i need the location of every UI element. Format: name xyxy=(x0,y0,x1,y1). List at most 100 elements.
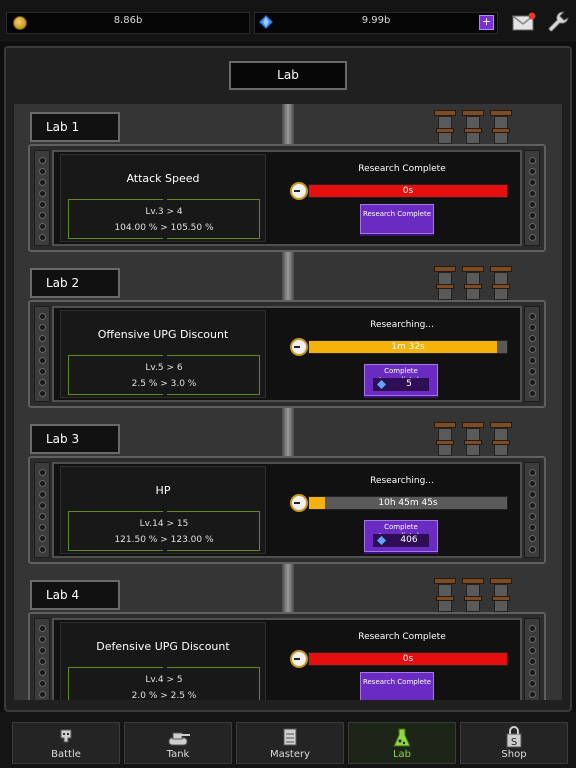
rivet xyxy=(39,669,46,676)
divider-notch xyxy=(163,509,167,514)
settings-wrench-icon[interactable] xyxy=(546,10,570,34)
upgrade-info-box: Lv.14 > 15 121.50 % > 123.00 % xyxy=(68,509,260,553)
mail-icon[interactable] xyxy=(512,12,536,32)
divider-notch xyxy=(163,392,167,397)
rivet xyxy=(529,168,536,175)
rivet xyxy=(39,647,46,654)
rivet xyxy=(39,546,46,553)
rivet xyxy=(39,513,46,520)
rivet xyxy=(39,212,46,219)
research-complete-button[interactable]: Research Complete xyxy=(360,672,434,700)
rivet xyxy=(529,190,536,197)
lab-list[interactable]: Lab 1 Attack Speed Lv.3 > 4 104.00 % > 105.… xyxy=(14,104,562,700)
research-name: HP xyxy=(155,484,171,497)
svg-text:S: S xyxy=(511,737,517,748)
rivet xyxy=(529,335,536,342)
nav-label: Shop xyxy=(501,749,527,760)
rivet xyxy=(529,212,536,219)
gem-cost: 406 xyxy=(373,534,429,547)
divider-notch xyxy=(163,236,167,241)
level-change: Lv.5 > 6 xyxy=(145,363,183,373)
gem-counter: 9.99b + xyxy=(254,12,498,34)
rivet xyxy=(39,491,46,498)
upgrade-info-box: Lv.3 > 4 104.00 % > 105.50 % xyxy=(68,197,260,241)
lab-machine: Defensive UPG Discount Lv.4 > 5 2.0 % > 2.… xyxy=(28,612,546,700)
add-gems-button[interactable]: + xyxy=(479,15,494,30)
rivet xyxy=(529,357,536,364)
rivet xyxy=(529,324,536,331)
research-status: Research Complete xyxy=(358,632,446,642)
level-change: Lv.4 > 5 xyxy=(145,675,183,685)
rivet xyxy=(39,524,46,531)
rivet xyxy=(39,469,46,476)
rivet xyxy=(39,535,46,542)
research-info: HP Lv.14 > 15 121.50 % > 123.00 % xyxy=(60,466,266,554)
rivet xyxy=(39,658,46,665)
research-timer: 10h 45m 45s xyxy=(378,498,438,508)
lab-icon xyxy=(393,728,411,747)
rivet xyxy=(39,691,46,698)
research-progress-bar: 1m 32s xyxy=(308,340,508,354)
rivet xyxy=(529,390,536,397)
nav-mastery[interactable]: Mastery xyxy=(236,722,344,764)
rivet xyxy=(529,680,536,687)
left-rail xyxy=(34,306,50,402)
nav-label: Lab xyxy=(392,749,412,760)
chimney xyxy=(434,110,456,144)
shop-icon: S xyxy=(506,726,522,748)
left-rail xyxy=(34,462,50,558)
complete-immediately-button[interactable]: Complete Immediately406 xyxy=(364,520,438,552)
research-info: Attack Speed Lv.3 > 4 104.00 % > 105.50 % xyxy=(60,154,266,242)
rivet xyxy=(529,480,536,487)
rivet xyxy=(529,313,536,320)
battle-icon xyxy=(60,729,72,743)
gem-cost: 5 xyxy=(373,378,429,391)
rivet xyxy=(39,502,46,509)
research-complete-button[interactable]: Research Complete xyxy=(360,204,434,234)
bottom-nav: Battle Tank Mastery Lab S Shop xyxy=(0,712,576,768)
rivet xyxy=(39,357,46,364)
chimney xyxy=(462,110,484,144)
complete-immediately-button[interactable]: Complete Immediately5 xyxy=(364,364,438,396)
rivet xyxy=(529,234,536,241)
nav-shop[interactable]: S Shop xyxy=(460,722,568,764)
rivet xyxy=(39,368,46,375)
percent-change: 2.5 % > 3.0 % xyxy=(131,379,197,389)
percent-change: 104.00 % > 105.50 % xyxy=(114,223,214,233)
nav-lab[interactable]: Lab xyxy=(348,722,456,764)
rivet xyxy=(39,625,46,632)
chimney xyxy=(490,578,512,612)
upgrade-info-box: Lv.5 > 6 2.5 % > 3.0 % xyxy=(68,353,260,397)
nav-tank[interactable]: Tank xyxy=(124,722,232,764)
clock-icon xyxy=(290,338,308,356)
rivet xyxy=(39,201,46,208)
research-status: Researching... xyxy=(370,476,434,486)
rivet xyxy=(39,480,46,487)
research-status: Research Complete xyxy=(358,164,446,174)
nav-label: Mastery xyxy=(269,749,311,760)
chimneys-decoration xyxy=(434,110,516,146)
gem-value: 9.99b xyxy=(361,15,391,26)
gem-icon xyxy=(377,536,386,545)
research-name: Offensive UPG Discount xyxy=(97,328,229,341)
rivet xyxy=(39,390,46,397)
rivet xyxy=(39,157,46,164)
chimney xyxy=(434,266,456,300)
rivet xyxy=(39,346,46,353)
gold-value: 8.86b xyxy=(113,15,143,26)
research-progress-bar: 0s xyxy=(308,652,508,666)
nav-battle[interactable]: Battle xyxy=(12,722,120,764)
rivet xyxy=(39,313,46,320)
divider-notch xyxy=(163,197,167,202)
research-name: Attack Speed xyxy=(126,172,200,185)
research-info: Defensive UPG Discount Lv.4 > 5 2.0 % > 2.… xyxy=(60,622,266,700)
chimneys-decoration xyxy=(434,578,516,614)
research-timer: 1m 32s xyxy=(391,342,425,352)
rivet xyxy=(529,368,536,375)
lab-machine: Attack Speed Lv.3 > 4 104.00 % > 105.50 % R… xyxy=(28,144,546,252)
lab-panel: Attack Speed Lv.3 > 4 104.00 % > 105.50 % R… xyxy=(52,150,522,246)
lab-tab: Lab 1 xyxy=(30,112,120,142)
rivet xyxy=(39,636,46,643)
nav-label: Tank xyxy=(166,749,190,760)
rivet xyxy=(529,469,536,476)
